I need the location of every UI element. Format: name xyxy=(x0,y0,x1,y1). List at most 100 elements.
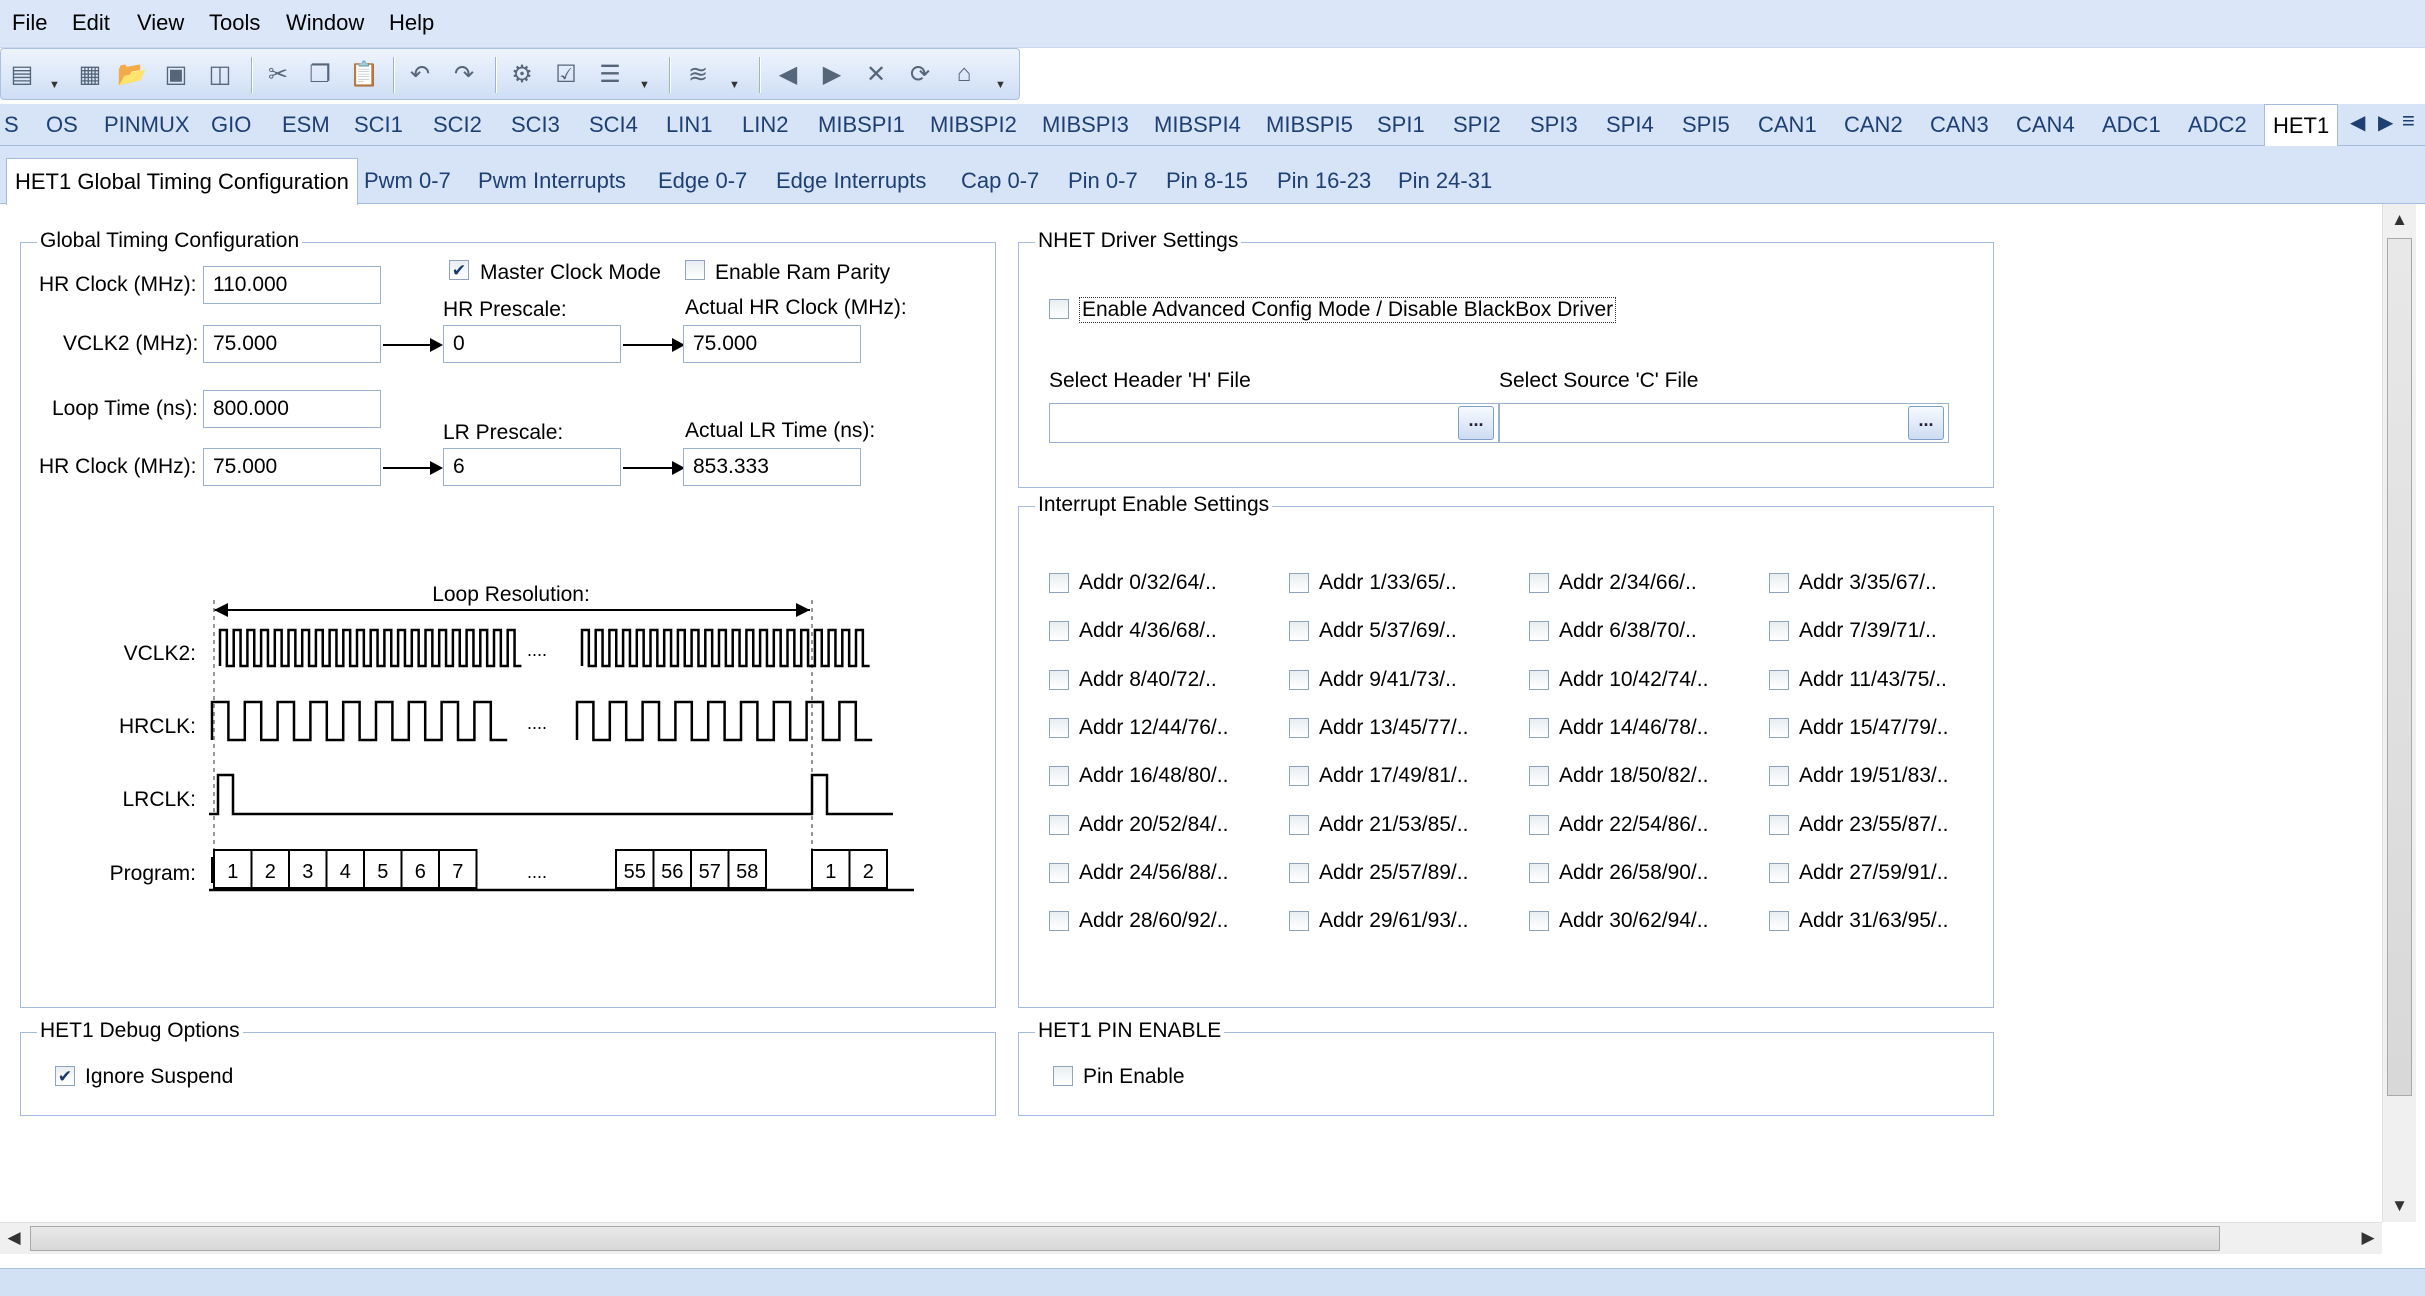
interrupt-addr-30-checkbox[interactable] xyxy=(1529,911,1549,931)
tab-spi4[interactable]: SPI4 xyxy=(1606,112,1654,138)
scroll-left-icon[interactable]: ◀ xyxy=(0,1223,28,1253)
stack-dropdown-icon[interactable]: ▼ xyxy=(729,79,740,91)
open-icon[interactable]: 📂 xyxy=(115,57,149,91)
interrupt-addr-3-checkbox[interactable] xyxy=(1769,573,1789,593)
subtab-pin-24-31[interactable]: Pin 24-31 xyxy=(1398,168,1492,194)
tab-sci1[interactable]: SCI1 xyxy=(354,112,403,138)
hr-clock-input[interactable] xyxy=(203,266,381,304)
save-icon[interactable]: ▣ xyxy=(159,57,193,91)
back-icon[interactable]: ◀ xyxy=(771,57,805,91)
scroll-up-icon[interactable]: ▲ xyxy=(2383,204,2416,236)
interrupt-addr-11-checkbox[interactable] xyxy=(1769,670,1789,690)
home-icon[interactable]: ⌂ xyxy=(947,57,981,91)
new-dropdown-icon[interactable]: ▼ xyxy=(49,79,60,91)
tab-can2[interactable]: CAN2 xyxy=(1844,112,1903,138)
advanced-config-label[interactable]: Enable Advanced Config Mode / Disable Bl… xyxy=(1079,297,1617,323)
source-file-input[interactable] xyxy=(1499,403,1949,443)
master-clock-checkbox[interactable]: ✔ xyxy=(449,260,469,280)
tab-spi2[interactable]: SPI2 xyxy=(1453,112,1501,138)
tab-esm[interactable]: ESM xyxy=(282,112,330,138)
tab-spi1[interactable]: SPI1 xyxy=(1377,112,1425,138)
check-icon[interactable]: ☑ xyxy=(549,57,583,91)
interrupt-addr-28-checkbox[interactable] xyxy=(1049,911,1069,931)
tab-spi3[interactable]: SPI3 xyxy=(1530,112,1578,138)
subtab-pin-16-23[interactable]: Pin 16-23 xyxy=(1277,168,1371,194)
toolbar-overflow-icon[interactable]: ▼ xyxy=(639,79,650,91)
tab-sci2[interactable]: SCI2 xyxy=(433,112,482,138)
tab-mibspi1[interactable]: MIBSPI1 xyxy=(818,112,905,138)
interrupt-addr-2-checkbox[interactable] xyxy=(1529,573,1549,593)
interrupt-addr-22-checkbox[interactable] xyxy=(1529,815,1549,835)
interrupt-addr-27-checkbox[interactable] xyxy=(1769,863,1789,883)
subtab-global-timing[interactable]: HET1 Global Timing Configuration xyxy=(6,158,358,205)
interrupt-addr-25-checkbox[interactable] xyxy=(1289,863,1309,883)
subtab-pwm-interrupts[interactable]: Pwm Interrupts xyxy=(478,168,626,194)
new-project-icon[interactable]: ▤ xyxy=(5,57,39,91)
tab-s[interactable]: S xyxy=(4,112,19,138)
tab-mibspi4[interactable]: MIBSPI4 xyxy=(1154,112,1241,138)
tab-sci4[interactable]: SCI4 xyxy=(589,112,638,138)
loop-time-input[interactable] xyxy=(203,390,381,428)
tab-het1[interactable]: HET1 xyxy=(2264,104,2339,147)
subtab-pin-8-15[interactable]: Pin 8-15 xyxy=(1166,168,1248,194)
interrupt-addr-7-checkbox[interactable] xyxy=(1769,621,1789,641)
horizontal-scroll-thumb[interactable] xyxy=(30,1226,2220,1251)
interrupt-addr-21-checkbox[interactable] xyxy=(1289,815,1309,835)
interrupt-addr-8-checkbox[interactable] xyxy=(1049,670,1069,690)
lr-prescale-input[interactable] xyxy=(443,448,621,486)
interrupt-addr-17-checkbox[interactable] xyxy=(1289,766,1309,786)
ignore-suspend-checkbox[interactable]: ✔ xyxy=(55,1066,75,1086)
interrupt-addr-14-checkbox[interactable] xyxy=(1529,718,1549,738)
close-doc-icon[interactable]: ✕ xyxy=(859,57,893,91)
menu-view[interactable]: View xyxy=(137,10,184,36)
interrupt-addr-19-checkbox[interactable] xyxy=(1769,766,1789,786)
redo-icon[interactable]: ↷ xyxy=(447,57,481,91)
interrupt-addr-10-checkbox[interactable] xyxy=(1529,670,1549,690)
interrupt-addr-24-checkbox[interactable] xyxy=(1049,863,1069,883)
tab-can3[interactable]: CAN3 xyxy=(1930,112,1989,138)
tab-can1[interactable]: CAN1 xyxy=(1758,112,1817,138)
hr-clock2-input[interactable] xyxy=(203,448,381,486)
interrupt-addr-5-checkbox[interactable] xyxy=(1289,621,1309,641)
stack-icon[interactable]: ≋ xyxy=(681,57,715,91)
menu-window[interactable]: Window xyxy=(286,10,364,36)
interrupt-addr-18-checkbox[interactable] xyxy=(1529,766,1549,786)
subtab-cap-0-7[interactable]: Cap 0-7 xyxy=(961,168,1039,194)
source-browse-button[interactable]: ... xyxy=(1908,406,1944,440)
tab-mibspi3[interactable]: MIBSPI3 xyxy=(1042,112,1129,138)
tab-scroll-right-icon[interactable]: ▶ xyxy=(2378,110,2393,135)
tab-sci3[interactable]: SCI3 xyxy=(511,112,560,138)
tab-list-icon[interactable]: ≡ xyxy=(2402,108,2415,134)
tab-spi5[interactable]: SPI5 xyxy=(1682,112,1730,138)
tab-can4[interactable]: CAN4 xyxy=(2016,112,2075,138)
paste-icon[interactable]: 📋 xyxy=(347,57,381,91)
cut-icon[interactable]: ✂ xyxy=(261,57,295,91)
header-file-input[interactable] xyxy=(1049,403,1499,443)
subtab-edge-0-7[interactable]: Edge 0-7 xyxy=(658,168,747,194)
tab-lin1[interactable]: LIN1 xyxy=(666,112,712,138)
generate-icon[interactable]: ⚙ xyxy=(505,57,539,91)
menu-edit[interactable]: Edit xyxy=(72,10,110,36)
interrupt-addr-1-checkbox[interactable] xyxy=(1289,573,1309,593)
interrupt-addr-0-checkbox[interactable] xyxy=(1049,573,1069,593)
interrupt-addr-31-checkbox[interactable] xyxy=(1769,911,1789,931)
tab-scroll-left-icon[interactable]: ◀ xyxy=(2350,110,2365,135)
actual-lr-output[interactable] xyxy=(683,448,861,486)
copy-icon[interactable]: ❐ xyxy=(303,57,337,91)
properties-icon[interactable]: ▦ xyxy=(73,57,107,91)
interrupt-addr-16-checkbox[interactable] xyxy=(1049,766,1069,786)
tab-mibspi2[interactable]: MIBSPI2 xyxy=(930,112,1017,138)
refresh-icon[interactable]: ⟳ xyxy=(903,57,937,91)
interrupt-addr-4-checkbox[interactable] xyxy=(1049,621,1069,641)
vertical-scrollbar[interactable]: ▲ ▼ xyxy=(2382,204,2416,1222)
toolbar-overflow-icon[interactable]: ▼ xyxy=(995,79,1006,91)
interrupt-addr-29-checkbox[interactable] xyxy=(1289,911,1309,931)
tab-pinmux[interactable]: PINMUX xyxy=(104,112,190,138)
interrupt-addr-15-checkbox[interactable] xyxy=(1769,718,1789,738)
interrupt-addr-13-checkbox[interactable] xyxy=(1289,718,1309,738)
vertical-scroll-thumb[interactable] xyxy=(2387,238,2412,1096)
tab-os[interactable]: OS xyxy=(46,112,78,138)
scroll-down-icon[interactable]: ▼ xyxy=(2383,1190,2416,1222)
subtab-edge-interrupts[interactable]: Edge Interrupts xyxy=(776,168,926,194)
hr-prescale-input[interactable] xyxy=(443,325,621,363)
